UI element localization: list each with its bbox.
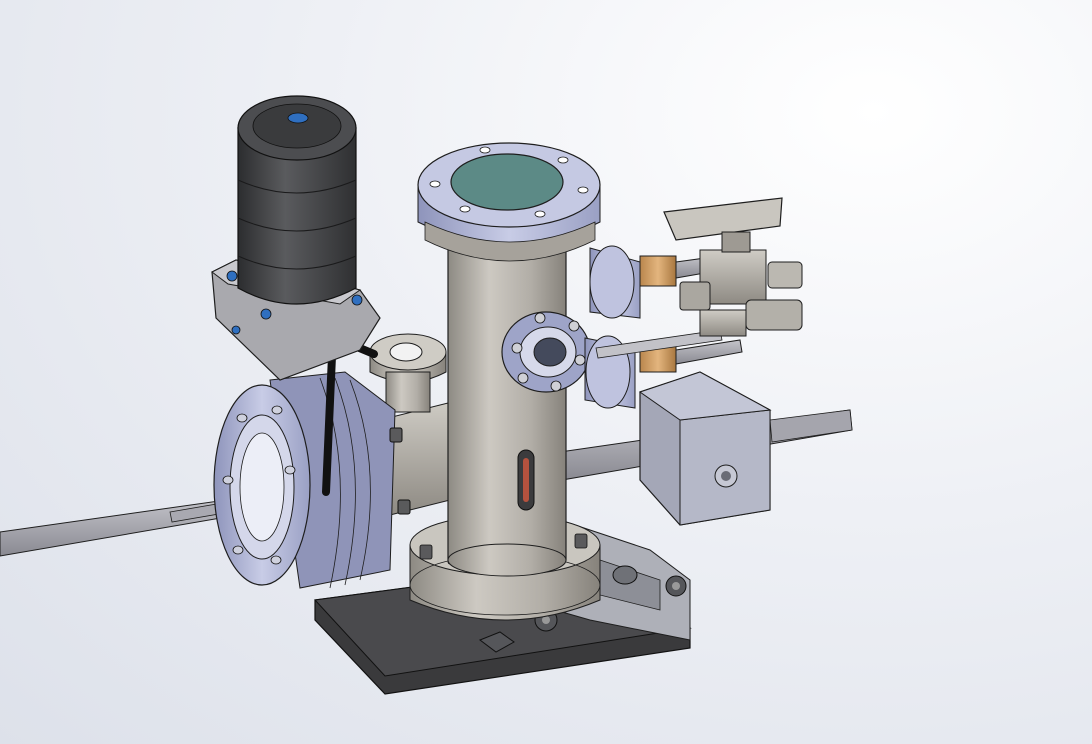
side-viewport — [501, 311, 591, 393]
gate-valve-flange — [213, 371, 411, 589]
feedthrough-flanges — [584, 245, 641, 409]
cad-viewport[interactable] — [0, 0, 1092, 744]
pneumatic-actuator — [237, 95, 357, 305]
cad-model-render — [0, 95, 853, 695]
top-viewport-flange — [417, 142, 601, 262]
transfer-rod — [0, 497, 245, 557]
main-chamber — [447, 239, 567, 577]
linear-actuator-box — [638, 371, 772, 526]
